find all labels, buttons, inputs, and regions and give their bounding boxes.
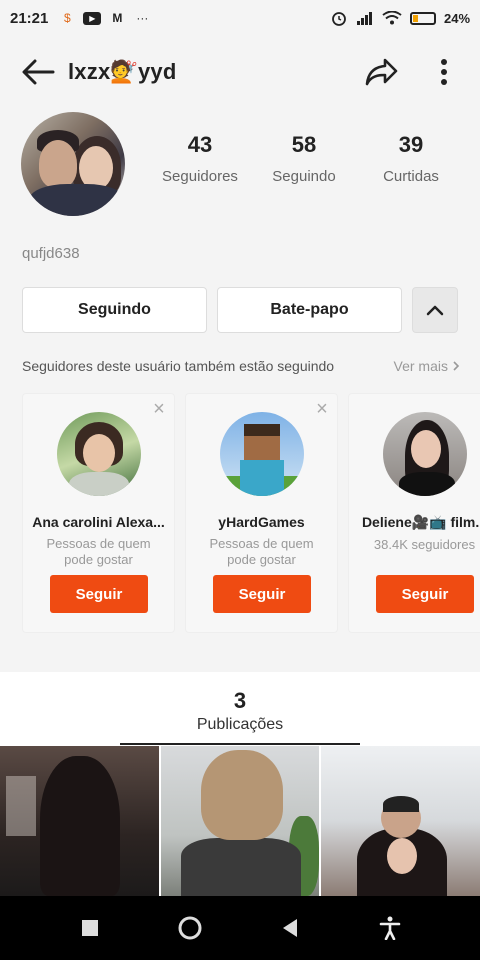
following-label: Seguindo <box>272 168 336 185</box>
following-stat[interactable]: 58 Seguindo <box>250 132 358 185</box>
see-more-link[interactable]: Ver mais <box>394 358 460 374</box>
share-icon <box>365 58 398 86</box>
suggestions-title: Seguidores deste usuário também estão se… <box>22 358 335 374</box>
wifi-icon <box>382 11 402 25</box>
see-more-label: Ver mais <box>393 358 448 374</box>
app-notification-icon: $ <box>64 11 71 25</box>
square-icon <box>82 920 98 936</box>
accessibility-icon <box>379 916 401 940</box>
back-nav-button[interactable] <box>268 906 312 950</box>
suggestion-name: Deliene🎥📺 film... <box>361 514 480 530</box>
home-button[interactable] <box>168 906 212 950</box>
battery-icon <box>409 11 436 25</box>
status-bar: 21:21 $ ▶ M ··· 24% <box>0 0 480 36</box>
avatar[interactable] <box>21 112 125 216</box>
profile-stats: 43 Seguidores 58 Seguindo 39 Curtidas <box>150 132 470 185</box>
likes-count: 39 <box>398 132 424 157</box>
avatar <box>219 412 304 496</box>
suggestion-card[interactable]: Deliene🎥📺 film... 38.4K seguidores Segui… <box>348 393 480 633</box>
suggestion-subtitle: Pessoas de quem pode gostar <box>46 536 151 567</box>
close-icon[interactable]: × <box>148 398 170 420</box>
alarm-icon <box>332 12 346 26</box>
notification-icons: $ ▶ M ··· <box>58 11 151 25</box>
signal-icon <box>356 12 372 25</box>
avatar <box>56 412 141 496</box>
likes-stat[interactable]: 39 Curtidas <box>358 132 464 185</box>
likes-label: Curtidas <box>383 168 439 185</box>
publications-count: 3 <box>233 688 247 713</box>
follow-button[interactable]: Seguir <box>50 575 148 613</box>
user-handle: qufjd638 <box>22 245 80 262</box>
more-notifications-icon: ··· <box>136 11 149 25</box>
suggestion-cards: × Ana carolini Alexa... Pessoas de quem … <box>22 393 480 633</box>
more-options-button[interactable] <box>426 54 462 90</box>
gmail-icon: M <box>112 11 123 25</box>
suggestion-card[interactable]: × Ana carolini Alexa... Pessoas de quem … <box>22 393 175 633</box>
followers-label: Seguidores <box>162 168 238 185</box>
suggestion-name: Ana carolini Alexa... <box>32 514 165 530</box>
back-triangle-icon <box>283 919 297 937</box>
status-time: 21:21 <box>10 9 49 27</box>
suggestions-header: Seguidores deste usuário também estão se… <box>22 358 460 374</box>
follow-button[interactable]: Seguir <box>213 575 311 613</box>
chat-button[interactable]: Bate-papo <box>217 287 402 333</box>
youtube-icon: ▶ <box>83 11 102 25</box>
publication-thumbnail[interactable] <box>160 746 320 896</box>
back-arrow-icon <box>22 59 55 85</box>
close-icon[interactable]: × <box>311 398 333 420</box>
header-actions <box>364 54 462 90</box>
followers-stat[interactable]: 43 Seguidores <box>150 132 250 185</box>
suggestion-name: yHardGames <box>218 514 305 530</box>
profile-header: lxzx💇yyd <box>0 44 480 100</box>
suggestion-card[interactable]: × yHardGames Pessoas de quem pode gostar… <box>185 393 338 633</box>
accessibility-button[interactable] <box>368 906 412 950</box>
chevron-right-icon <box>453 361 460 371</box>
chevron-up-icon <box>426 305 444 316</box>
status-right: 24% <box>330 9 470 27</box>
screen: 21:21 $ ▶ M ··· 24% lxzx💇yyd 43 Seguidor… <box>0 0 480 960</box>
battery-percent: 24% <box>443 10 470 26</box>
suggestion-subtitle: 38.4K seguidores <box>373 537 476 552</box>
collapse-suggestions-button[interactable] <box>412 287 458 333</box>
back-button[interactable] <box>18 52 58 92</box>
system-nav-bar <box>0 896 480 960</box>
tab-indicator <box>120 743 360 745</box>
following-count: 58 <box>291 132 317 157</box>
publications-grid <box>0 746 480 896</box>
publication-thumbnail[interactable] <box>321 746 480 896</box>
suggestion-subtitle: Pessoas de quem pode gostar <box>209 536 314 567</box>
publications-tab[interactable]: 3 Publicações <box>0 672 480 748</box>
profile-actions: Seguindo Bate-papo <box>22 287 458 333</box>
home-circle-icon <box>178 916 202 940</box>
publications-label: Publicações <box>196 716 284 733</box>
recents-button[interactable] <box>68 906 112 950</box>
publication-thumbnail[interactable] <box>0 746 159 896</box>
follow-button[interactable]: Seguir <box>376 575 474 613</box>
avatar <box>382 412 467 496</box>
page-title: lxzx💇yyd <box>68 59 177 84</box>
following-button[interactable]: Seguindo <box>22 287 207 333</box>
share-button[interactable] <box>364 54 400 90</box>
followers-count: 43 <box>187 132 213 157</box>
more-vert-icon <box>441 59 447 85</box>
